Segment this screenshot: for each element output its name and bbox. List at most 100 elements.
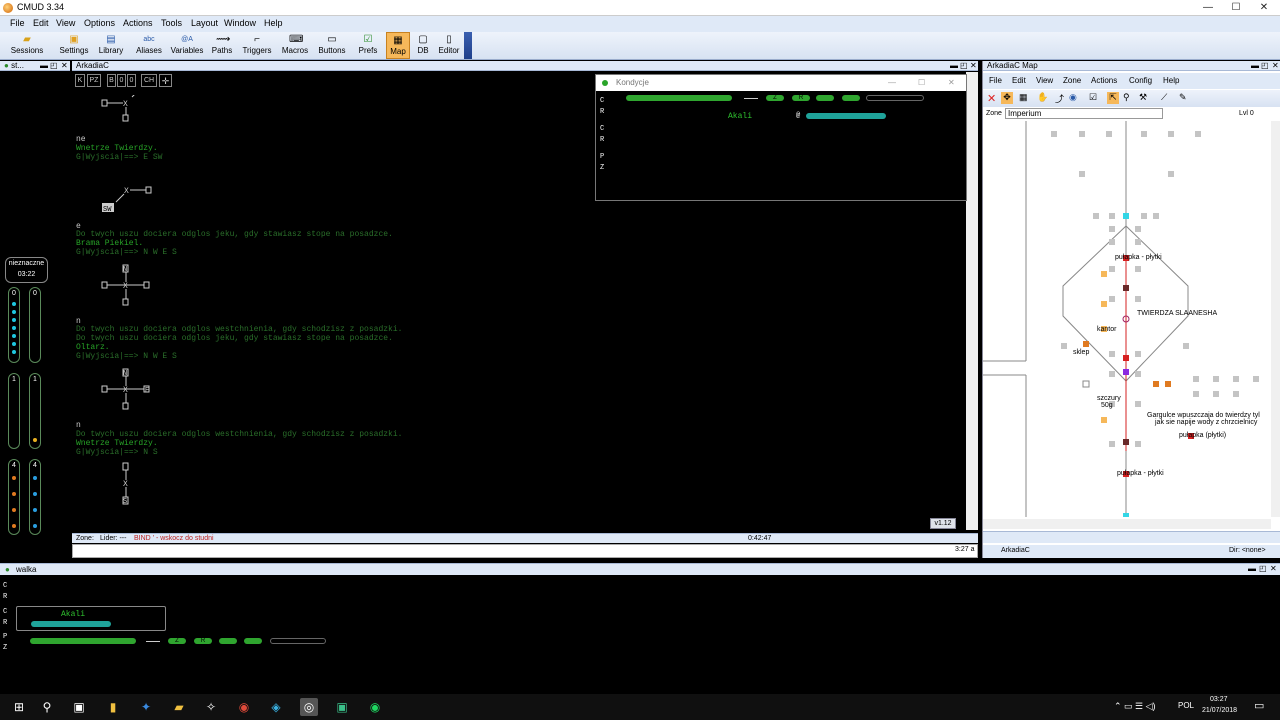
file-icon[interactable]: ▮ [104, 698, 122, 716]
menu-view[interactable]: View [56, 18, 75, 28]
variables-button[interactable]: @A Variables [170, 32, 204, 59]
map-window: ArkadiaC Map ▬ ◰ ✕ File Edit View Zone A… [982, 61, 1280, 558]
chrome-icon[interactable]: ◉ [235, 698, 253, 716]
map-minimize[interactable]: ▬ [1251, 61, 1259, 71]
menu-layout[interactable]: Layout [191, 18, 218, 28]
kondycje-close[interactable]: ✕ [948, 75, 955, 91]
start-icon[interactable]: ⊞ [10, 698, 28, 716]
btn-ch[interactable]: CH [141, 74, 157, 87]
pill-4 [244, 638, 262, 644]
terminal-line: Wnetrze Twierdzy. [76, 144, 158, 153]
main-scrollbar[interactable] [966, 72, 978, 530]
hand-icon[interactable]: ✋ [1037, 92, 1048, 103]
tray-icons[interactable]: ⌃ ▭ ☰ ◁) [1114, 701, 1156, 712]
map-vscroll[interactable] [1271, 121, 1280, 517]
main-pane-minimize[interactable]: ▬ [950, 61, 958, 71]
terminal-line: G|Wyjscia|==> N S [76, 448, 158, 457]
sessions-button[interactable]: ▰ Sessions [10, 32, 44, 59]
map-canvas[interactable] [983, 121, 1271, 517]
globe-icon[interactable]: ◉ [1069, 92, 1077, 103]
btn-k[interactable]: K [75, 74, 85, 87]
enemy-name: Akali [728, 112, 753, 121]
grid-icon[interactable]: ▦ [1019, 92, 1028, 103]
menu-tools[interactable]: Tools [161, 18, 182, 28]
kondycje-maximize[interactable]: ☐ [918, 75, 925, 91]
search-icon[interactable]: ⚲ [38, 698, 56, 716]
app2-icon[interactable]: ✧ [202, 698, 220, 716]
minimize-button[interactable]: — [1194, 0, 1222, 15]
btn-b[interactable]: B [107, 74, 116, 87]
check-icon[interactable]: ☑ [1089, 92, 1097, 103]
svg-text:S: S [123, 498, 127, 506]
close-button[interactable]: ✕ [1250, 0, 1278, 15]
aliases-button[interactable]: abc Aliases [134, 32, 164, 59]
path-icon[interactable]: ⤴ [1055, 92, 1064, 105]
minimap-3: NX [101, 264, 150, 306]
main-pane-close[interactable]: ✕ [970, 61, 977, 71]
command-input[interactable]: 3:27 a [72, 544, 978, 558]
app4-icon[interactable]: ▣ [333, 698, 351, 716]
menu-file[interactable]: File [10, 18, 25, 28]
editor-button[interactable]: ▯ Editor [436, 32, 462, 59]
library-button[interactable]: ▤ Library [96, 32, 126, 59]
task-view-icon[interactable]: ▣ [70, 698, 88, 716]
btn-0a[interactable]: 0 [117, 74, 126, 87]
walka-minimize[interactable]: ▬ [1248, 564, 1256, 573]
walka-restore[interactable]: ◰ [1259, 564, 1267, 573]
kondycje-minimize[interactable]: — [888, 75, 896, 91]
app-icon[interactable]: ✦ [137, 698, 155, 716]
crosshair-icon[interactable]: ✛ [159, 74, 172, 87]
alias-icon: abc [143, 36, 155, 43]
map-button[interactable]: ▦ Map [386, 32, 410, 59]
walka-close[interactable]: ✕ [1270, 564, 1277, 573]
terminal-line: G|Wyjscia|==> N W E S [76, 248, 177, 257]
main-pane-restore[interactable]: ◰ [960, 61, 968, 71]
buttons-button[interactable]: ▭ Buttons [316, 32, 348, 59]
menu-actions[interactable]: Actions [123, 18, 153, 28]
explorer-icon[interactable]: ▰ [170, 698, 188, 716]
checkbox-icon: ☑ [363, 34, 373, 45]
pane-restore[interactable]: ◰ [50, 61, 58, 71]
btn-pz[interactable]: PZ [87, 74, 101, 87]
menu-help[interactable]: Help [264, 18, 283, 28]
map-hscroll[interactable] [983, 519, 1271, 529]
map-label: szczury [1097, 395, 1121, 402]
triggers-button[interactable]: ⌐ Triggers [241, 32, 273, 59]
wand-icon[interactable]: ⟋ [1161, 92, 1167, 103]
macros-button[interactable]: ⌨ Macros [280, 32, 310, 59]
terminal-line: Wnetrze Twierdzy. [76, 439, 158, 448]
pen-icon[interactable]: ✎ [1179, 92, 1187, 103]
settings-button[interactable]: ▣ Settings [58, 32, 90, 59]
button-icon: ▭ [327, 34, 337, 45]
map-close[interactable]: ✕ [1272, 61, 1279, 71]
btn-0b[interactable]: 0 [127, 74, 136, 87]
zoom-icon[interactable]: ⚲ [1123, 92, 1130, 103]
terminal-line: ne [76, 135, 86, 144]
menu-edit[interactable]: Edit [33, 18, 49, 28]
main-pane-header: ArkadiaC ▬ ◰ ✕ [72, 61, 978, 71]
move-icon[interactable]: ✥ [1001, 92, 1013, 104]
zone-select[interactable]: Imperium [1005, 108, 1163, 119]
prefs-button[interactable]: ☑ Prefs [356, 32, 380, 59]
map-restore[interactable]: ◰ [1261, 61, 1269, 71]
paths-button[interactable]: ⟿ Paths [210, 32, 234, 59]
spotify-icon[interactable]: ◉ [366, 698, 384, 716]
pill-3 [816, 95, 834, 101]
delete-icon[interactable]: ✕ [987, 92, 996, 105]
db-button[interactable]: ▢ DB [414, 32, 432, 59]
app3-icon[interactable]: ◈ [267, 698, 285, 716]
maximize-button[interactable]: ☐ [1222, 0, 1250, 15]
tool-icon[interactable]: ⚒ [1139, 92, 1147, 103]
pane-close[interactable]: ✕ [61, 61, 68, 71]
at-icon: @ [796, 112, 801, 120]
select-icon[interactable]: ⇱ [1107, 92, 1119, 104]
terminal-line: Oltarz. [76, 343, 110, 352]
minimap-4: NX E [101, 368, 150, 410]
pill-4 [842, 95, 860, 101]
menu-options[interactable]: Options [84, 18, 115, 28]
notification-icon[interactable]: ▭ [1254, 699, 1264, 712]
menu-window[interactable]: Window [224, 18, 256, 28]
pane-minimize[interactable]: ▬ [40, 61, 48, 71]
toolbar-overflow[interactable] [464, 32, 472, 59]
cmud-taskbar-icon[interactable]: ◎ [300, 698, 318, 716]
